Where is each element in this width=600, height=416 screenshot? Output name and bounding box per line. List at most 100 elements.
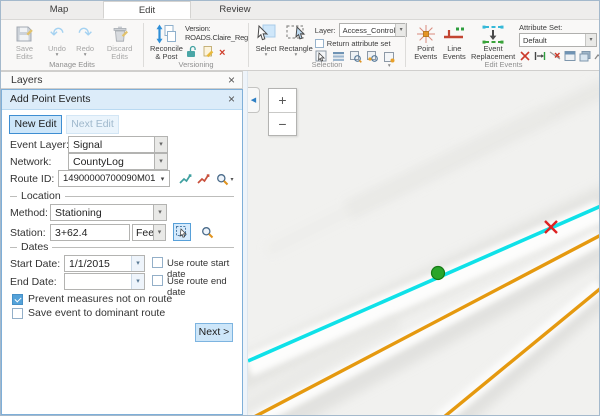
trash-icon [110, 22, 130, 45]
selection-group-label: Selection [249, 60, 405, 69]
zoom-to-route-button[interactable]: ▾ [213, 170, 237, 188]
panel-close-icon[interactable]: × [228, 92, 235, 107]
network-value: CountyLog [73, 156, 124, 168]
discard-edits-button[interactable]: Discard Edits [100, 22, 139, 62]
point-events-button[interactable]: Point Events [412, 22, 439, 62]
tab-map[interactable]: Map [15, 1, 103, 19]
tab-edit[interactable]: Edit [103, 1, 191, 19]
point-events-icon [415, 22, 437, 45]
prevent-measures-checkbox[interactable] [12, 294, 23, 305]
layers-close-icon[interactable]: × [228, 73, 235, 88]
layer-label: Layer: [315, 26, 336, 35]
collapse-panel-icon[interactable]: ◀ [248, 87, 260, 113]
reconcile-post-button[interactable]: Reconcile & Post [150, 22, 183, 62]
station-unit-dropdown-icon[interactable]: ▾ [153, 224, 166, 241]
select-dropdown-icon[interactable]: ▾ [265, 53, 268, 57]
start-date-dropdown-icon[interactable]: ▾ [131, 256, 144, 271]
layers-pane-header[interactable]: Layers × [1, 71, 243, 89]
attribute-set-value: Default [523, 36, 547, 45]
ribbon-group-manage-edits: Save Edits ↶ Undo ▾ ↷ Redo ▾ [1, 20, 143, 70]
ribbon-group-versioning: Reconcile & Post Version: ROADS.Claire_R… [144, 20, 248, 70]
start-date-combobox[interactable]: 1/1/2015 ▾ [64, 255, 145, 272]
end-date-dropdown-icon[interactable]: ▾ [131, 274, 144, 289]
method-value: Stationing [55, 207, 102, 219]
station-input[interactable] [50, 224, 130, 241]
ribbon-group-selection: Select ▾ Rectangle ▾ Layer: [249, 20, 405, 70]
start-date-value: 1/1/2015 [69, 258, 110, 270]
ribbon: Save Edits ↶ Undo ▾ ↷ Redo ▾ [1, 20, 599, 71]
zoom-out-button[interactable]: − [269, 112, 296, 135]
pick-location-on-map-button[interactable] [173, 223, 191, 241]
event-layer-dropdown-icon[interactable]: ▾ [154, 136, 168, 153]
method-combobox[interactable]: Stationing [50, 204, 154, 221]
clear-route-icon[interactable] [194, 170, 212, 188]
layer-value: Access_Control [343, 26, 396, 35]
line-events-button[interactable]: Line Events [441, 22, 467, 62]
undo-icon: ↶ [50, 22, 64, 45]
save-dominant-route-checkbox[interactable] [12, 308, 23, 319]
select-cursor-icon [255, 22, 277, 45]
add-point-events-panel: Add Point Events × New Edit Next Edit Ev… [1, 89, 243, 415]
save-edits-button[interactable]: Save Edits [7, 22, 42, 62]
network-dropdown-icon[interactable]: ▾ [154, 153, 168, 170]
method-dropdown-icon[interactable]: ▾ [153, 204, 167, 221]
layer-combobox[interactable]: Access_Control ▾ [339, 23, 408, 37]
attribute-set-combobox[interactable]: Default ▾ [519, 33, 597, 47]
rectangle-select-icon [284, 22, 308, 45]
ribbon-tabstrip: Map Edit Review [1, 1, 599, 20]
redo-icon: ↷ [78, 22, 92, 45]
undo-button[interactable]: ↶ Undo ▾ [44, 22, 70, 57]
return-attribute-set-checkbox[interactable] [315, 39, 324, 48]
event-layer-combobox[interactable]: Signal [68, 136, 155, 153]
attribute-set-label: Attribute Set: [519, 23, 597, 32]
reconcile-post-icon [155, 22, 177, 45]
next-edit-button[interactable]: Next Edit [66, 115, 119, 134]
method-label: Method: [10, 207, 48, 219]
end-date-combobox[interactable]: ▾ [64, 273, 145, 290]
ribbon-group-edit-events: Point Events Line Events [406, 20, 600, 70]
edit-events-group-label: Edit Events [406, 60, 600, 69]
prevent-measures-label: Prevent measures not on route [28, 293, 172, 305]
attribute-set-dropdown-icon[interactable]: ▾ [585, 34, 596, 46]
save-dominant-route-label: Save event to dominant route [28, 307, 165, 319]
select-route-on-map-icon[interactable] [176, 170, 194, 188]
map-canvas[interactable] [248, 71, 599, 415]
station-label: Station: [10, 227, 46, 239]
redo-dropdown-icon[interactable]: ▾ [84, 53, 87, 57]
event-layer-label: Event Layer: [10, 139, 69, 151]
location-section-divider: Location [10, 190, 234, 202]
new-edit-button[interactable]: New Edit [9, 115, 62, 134]
rectangle-dropdown-icon[interactable]: ▾ [295, 53, 298, 57]
zoom-to-location-icon[interactable] [198, 223, 216, 241]
map-view[interactable]: ◀ + − [248, 71, 599, 415]
versioning-group-label: Versioning [144, 60, 248, 69]
use-route-end-date-checkbox[interactable] [152, 275, 163, 286]
line-events-icon [442, 22, 466, 45]
version-value: ROADS.Claire_Reg [185, 33, 248, 42]
redo-button[interactable]: ↷ Redo ▾ [72, 22, 98, 57]
zoom-in-button[interactable]: + [269, 89, 296, 112]
route-id-dropdown-icon[interactable]: ▾ [156, 175, 169, 183]
undo-dropdown-icon[interactable]: ▾ [56, 53, 59, 57]
network-combobox[interactable]: CountyLog [68, 153, 155, 170]
panel-title: Add Point Events [10, 93, 91, 105]
version-info: Version: ROADS.Claire_Reg [185, 22, 248, 63]
select-button[interactable]: Select ▾ [255, 22, 277, 57]
map-zoom-control: + − [268, 88, 297, 136]
use-route-start-date-checkbox[interactable] [152, 257, 163, 268]
add-point-events-body: New Edit Next Edit Event Layer: Signal ▾… [2, 110, 242, 414]
manage-edits-group-label: Manage Edits [1, 60, 143, 69]
tab-review[interactable]: Review [191, 1, 279, 19]
location-section-label: Location [21, 190, 61, 202]
save-icon [14, 22, 34, 45]
zoom-to-route-dropdown-icon[interactable]: ▾ [230, 176, 233, 183]
add-point-events-header[interactable]: Add Point Events × [2, 90, 242, 110]
route-id-combobox[interactable]: 14900000700090M01 ▾ [58, 170, 170, 187]
delete-version-icon[interactable]: × [219, 48, 225, 59]
event-replacement-button[interactable]: Event Replacement [469, 22, 517, 62]
station-unit-combobox[interactable]: Feet [132, 224, 154, 241]
rectangle-button[interactable]: Rectangle ▾ [279, 22, 313, 57]
event-point-marker [432, 267, 445, 280]
next-button[interactable]: Next > [195, 323, 233, 342]
route-id-value: 14900000700090M01 [63, 173, 155, 184]
